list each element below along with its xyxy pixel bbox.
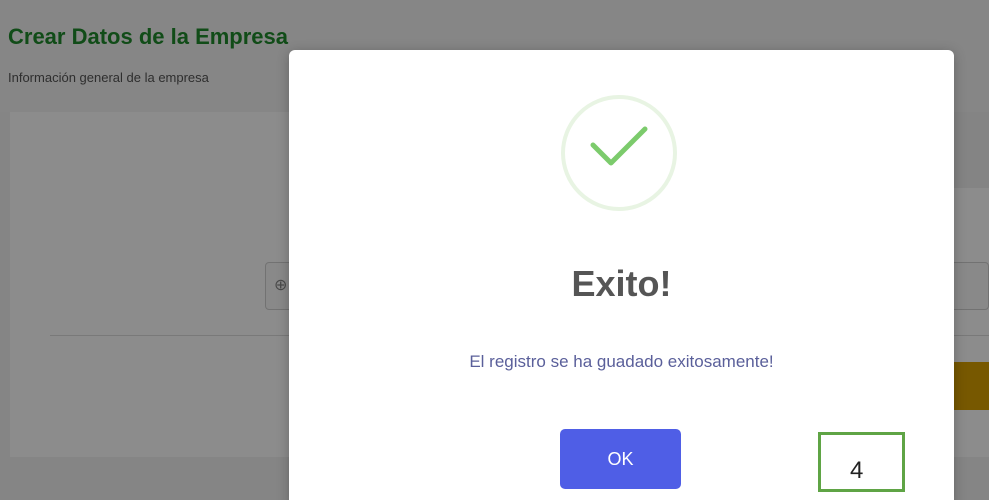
check-icon: [590, 126, 648, 166]
screen: Crear Datos de la Empresa Información ge…: [0, 0, 989, 500]
step-annotation-box: 4: [818, 432, 905, 492]
ok-button[interactable]: OK: [560, 429, 681, 489]
dialog-title: Exito!: [571, 263, 672, 304]
step-number: 4: [850, 457, 864, 484]
success-check-icon: [561, 95, 677, 211]
dialog-message: El registro se ha guadado exitosamente!: [469, 352, 774, 371]
